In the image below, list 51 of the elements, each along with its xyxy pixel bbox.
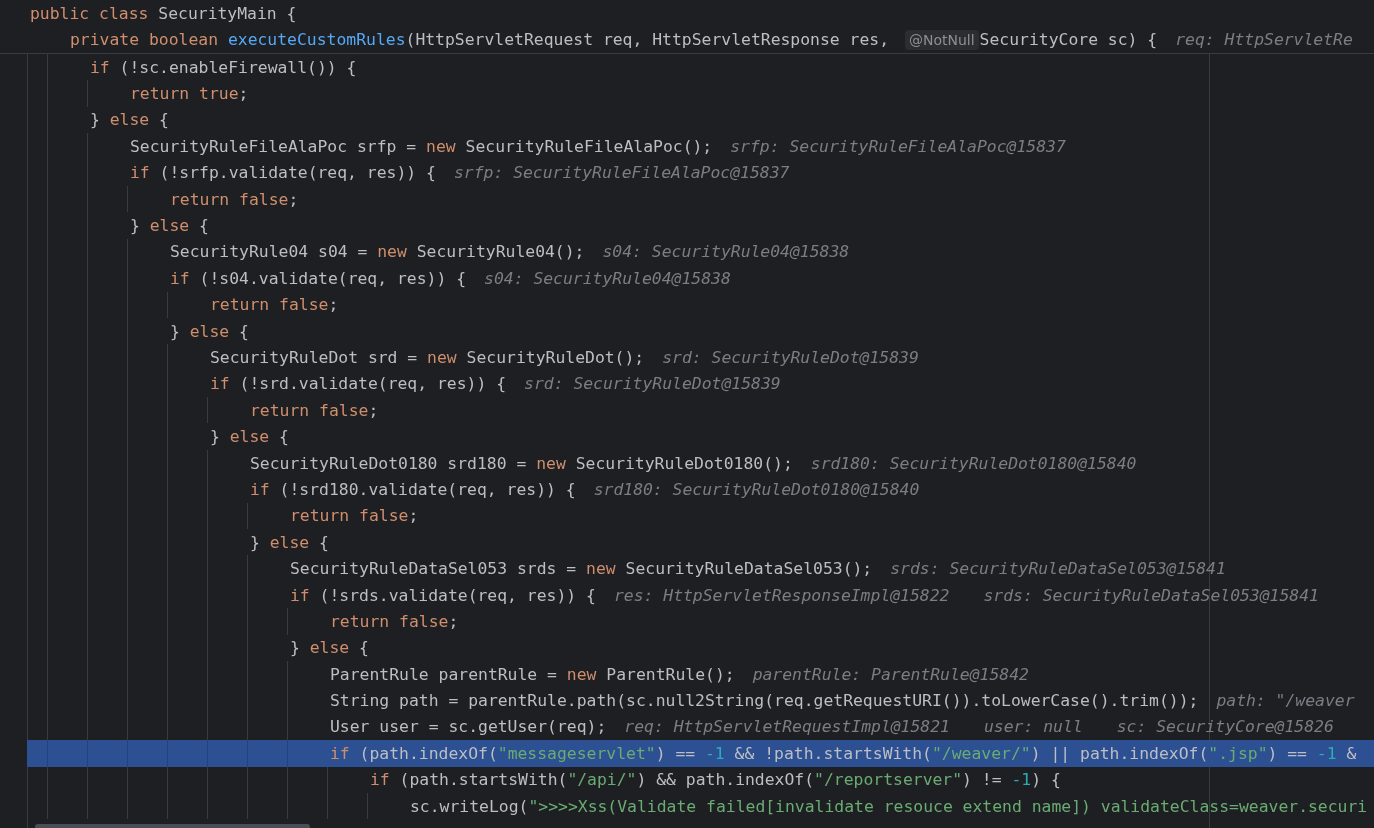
code-text: } else { bbox=[210, 427, 289, 447]
code-text: if (path.indexOf("messageservlet") == -1 && !path.startsWith("/weaver/") || path.indexOf(".jsp") == -1 & bbox=[330, 743, 1357, 763]
code-text: } else { bbox=[250, 532, 329, 552]
inline-value-hint: s04: SecurityRule04@15838 bbox=[602, 242, 850, 262]
code-text: } else { bbox=[90, 110, 169, 130]
code-text: SecurityCore sc) { bbox=[979, 30, 1158, 50]
code-text: return false; bbox=[210, 295, 339, 315]
code-text: if (!srd180.validate(req, res)) { bbox=[250, 479, 576, 499]
inline-value-hint: req: HttpServletRequestImpl@15821 bbox=[624, 717, 950, 737]
inline-value-hint: srd180: SecurityRuleDot0180@15840 bbox=[810, 453, 1137, 473]
code-text: SecurityRule04 s04 = new SecurityRule04(); bbox=[170, 242, 585, 262]
code-text: if (!srd.validate(req, res)) { bbox=[210, 374, 507, 394]
code-text: } else { bbox=[290, 638, 369, 658]
annotation-hint: @NotNull bbox=[904, 29, 979, 50]
horizontal-scrollbar[interactable] bbox=[35, 824, 310, 828]
code-text: ParentRule parentRule = new ParentRule(); bbox=[330, 664, 735, 684]
code-text: if (!srds.validate(req, res)) { bbox=[290, 585, 596, 605]
inline-value-hint: s04: SecurityRule04@15838 bbox=[484, 268, 731, 288]
code-text: return true; bbox=[130, 84, 249, 104]
code-text: private boolean executeCustomRules(HttpServletRequest req, HttpServletResponse res, bbox=[70, 30, 891, 50]
inline-value-hint: srds: SecurityRuleDataSel053@15841 bbox=[890, 559, 1226, 579]
code-text: } else { bbox=[170, 321, 249, 341]
code-text: if (!s04.validate(req, res)) { bbox=[170, 268, 467, 288]
code-text: if (path.startsWith("/api/") && path.indexOf("/reportserver") != -1) { bbox=[370, 770, 1061, 790]
code-text: return false; bbox=[170, 189, 299, 209]
inline-value-hint: srd: SecurityRuleDot@15839 bbox=[662, 348, 919, 367]
code-text: String path = parentRule.path(sc.null2String(req.getRequestURI()).toLowerCase().trim()); bbox=[330, 691, 1199, 711]
inline-value-hint: srfp: SecurityRuleFileAlaPoc@15837 bbox=[730, 136, 1066, 156]
code-text: } else { bbox=[130, 216, 209, 236]
code-text: return false; bbox=[290, 506, 419, 526]
inline-value-hint: srd180: SecurityRuleDot0180@15840 bbox=[593, 479, 920, 499]
inline-value-hint: sc: SecurityCore@15826 bbox=[1116, 717, 1334, 737]
code-text: SecurityRuleDataSel053 srds = new SecurityRuleDataSel053(); bbox=[290, 559, 873, 579]
inline-value-hint: parentRule: ParentRule@15842 bbox=[752, 664, 1029, 684]
inline-value-hint: srfp: SecurityRuleFileAlaPoc@15837 bbox=[453, 163, 790, 183]
code-text: return false; bbox=[250, 400, 379, 420]
code-text: SecurityRuleDot0180 srd180 = new SecurityRuleDot0180(); bbox=[250, 453, 793, 473]
code-text: if (!srfp.validate(req, res)) { bbox=[130, 163, 436, 183]
code-text: SecurityRuleFileAlaPoc srfp = new SecurityRuleFileAlaPoc(); bbox=[130, 136, 713, 156]
inline-value-hint: req: HttpServletRe bbox=[1175, 30, 1353, 50]
inline-value-hint: srds: SecurityRuleDataSel053@15841 bbox=[983, 585, 1319, 605]
code-text: public class SecurityMain { bbox=[30, 3, 297, 23]
inline-value-hint: path: "/weaver bbox=[1216, 691, 1355, 711]
code-text: if (!sc.enableFirewall()) { bbox=[90, 57, 357, 77]
inline-value-hint: res: HttpServletResponseImpl@15822 bbox=[613, 585, 950, 605]
inline-value-hint: srd: SecurityRuleDot@15839 bbox=[524, 374, 781, 394]
code-text: SecurityRuleDot srd = new SecurityRuleDot(); bbox=[210, 348, 645, 367]
inline-value-hint: user: null bbox=[983, 717, 1083, 737]
code-text: User user = sc.getUser(req); bbox=[330, 717, 607, 737]
code-text: sc.writeLog(">>>>Xss(Validate failed[invalidate resouce extend name]) validateClass=weaver.securi bbox=[410, 796, 1368, 816]
code-text: return false; bbox=[330, 611, 459, 631]
